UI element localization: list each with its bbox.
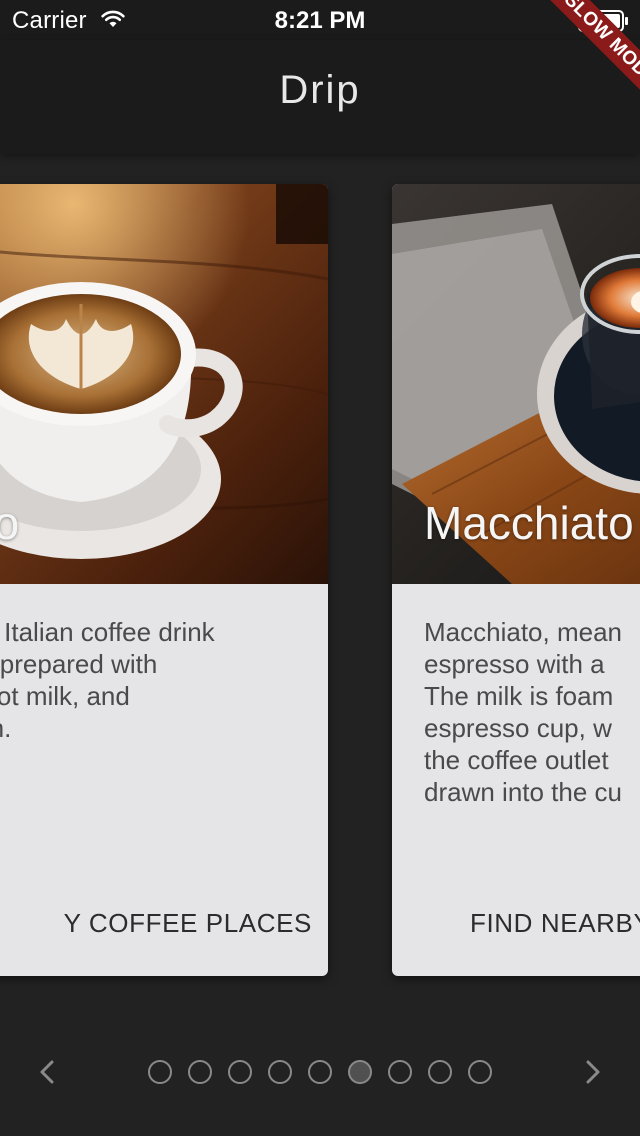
coffee-name: Macchiato (424, 497, 634, 549)
page-dot[interactable] (148, 1060, 172, 1084)
app-screen: Carrier 8:21 PM SLOW MODE Drip o Italian… (0, 0, 640, 1136)
description-line: an Italian coffee drink (0, 617, 215, 647)
coffee-name: no (0, 497, 20, 549)
description-line: Macchiato, mean (424, 617, 622, 647)
page-dot[interactable] (188, 1060, 212, 1084)
coffee-description: Macchiato, mean espresso with a The milk… (424, 616, 640, 808)
description-line: lly prepared with (0, 649, 158, 679)
page-dot[interactable] (268, 1060, 292, 1084)
page-dot[interactable] (468, 1060, 492, 1084)
description-line: am. (0, 713, 12, 743)
description-line: , hot milk, and (0, 681, 130, 711)
description-line: drawn into the cu (424, 777, 623, 807)
status-time: 8:21 PM (274, 7, 366, 34)
status-bar: Carrier 8:21 PM (0, 0, 640, 40)
page-dot[interactable] (228, 1060, 252, 1084)
description-line: The milk is foam (424, 681, 614, 711)
page-dot[interactable] (308, 1060, 332, 1084)
page-indicator (0, 1052, 640, 1092)
description-line: espresso cup, w (424, 713, 612, 743)
coffee-description: an Italian coffee drink lly prepared wit… (0, 616, 308, 744)
app-bar: Drip (0, 40, 640, 154)
find-coffee-places-button[interactable]: Y COFFEE PLACES (0, 908, 312, 939)
coffee-card[interactable]: Macchiato Macchiato, mean espresso with … (392, 184, 640, 976)
chevron-right-icon[interactable] (578, 1058, 606, 1086)
page-dot[interactable] (428, 1060, 452, 1084)
description-line: espresso with a (424, 649, 605, 679)
page-dot[interactable] (388, 1060, 412, 1084)
chevron-left-icon[interactable] (34, 1058, 62, 1086)
coffee-card[interactable]: no an Italian coffee drink lly prepared … (0, 184, 328, 976)
page-dot-active[interactable] (348, 1060, 372, 1084)
coffee-photo (0, 184, 328, 584)
description-line: the coffee outlet (424, 745, 609, 775)
app-title: Drip (279, 68, 361, 112)
find-nearby-button[interactable]: FIND NEARBY (470, 908, 640, 939)
